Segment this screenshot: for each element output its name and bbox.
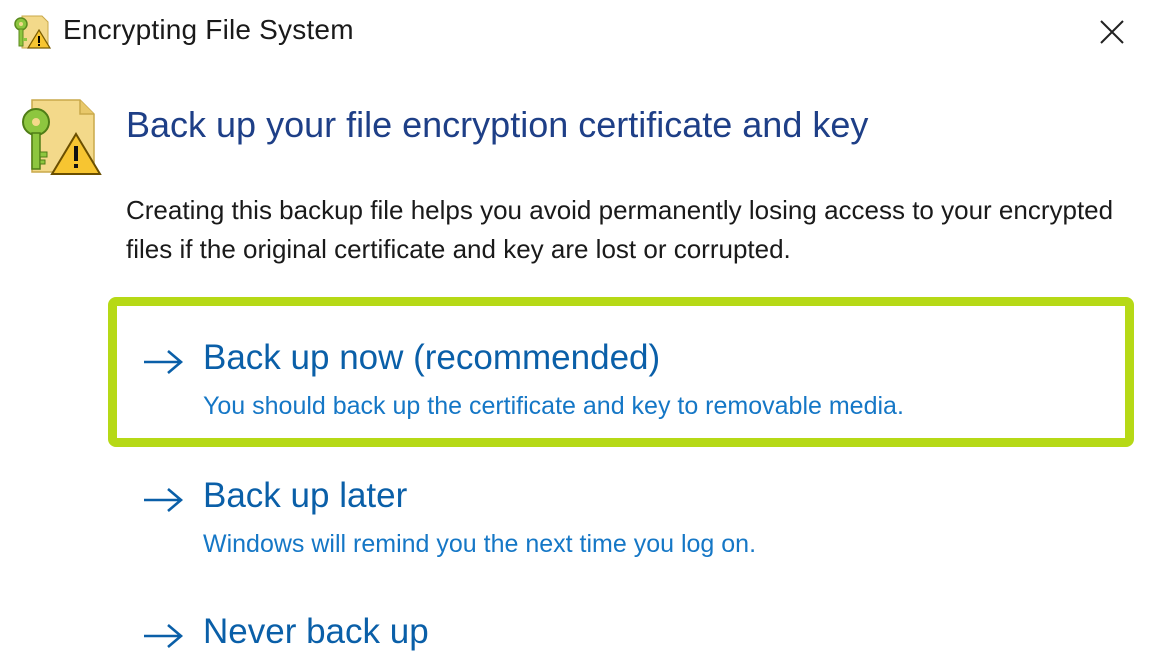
option-back-up-now[interactable]: Back up now (recommended) You should bac… xyxy=(140,338,1120,438)
option-title: Back up now (recommended) xyxy=(203,338,661,377)
arrow-right-icon xyxy=(144,624,184,648)
key-certificate-warning-icon xyxy=(22,99,102,175)
option-title: Back up later xyxy=(203,476,408,515)
description-text: Creating this backup file helps you avoi… xyxy=(126,195,1114,264)
option-never-back-up[interactable]: Never back up xyxy=(140,612,1120,652)
title-bar: Encrypting File System xyxy=(0,0,1152,64)
option-subtitle: Windows will remind you the next time yo… xyxy=(203,530,757,558)
option-back-up-later[interactable]: Back up later Windows will remind you th… xyxy=(140,476,1120,576)
option-subtitle: You should back up the certificate and k… xyxy=(203,392,904,420)
window-title: Encrypting File System xyxy=(63,14,354,45)
arrow-right-icon xyxy=(144,350,184,374)
option-title: Never back up xyxy=(203,612,429,651)
close-button[interactable] xyxy=(1088,8,1136,56)
page-heading: Back up your file encryption certificate… xyxy=(126,104,869,145)
close-icon xyxy=(1100,20,1124,44)
key-certificate-warning-icon xyxy=(14,15,52,49)
arrow-right-icon xyxy=(144,488,184,512)
